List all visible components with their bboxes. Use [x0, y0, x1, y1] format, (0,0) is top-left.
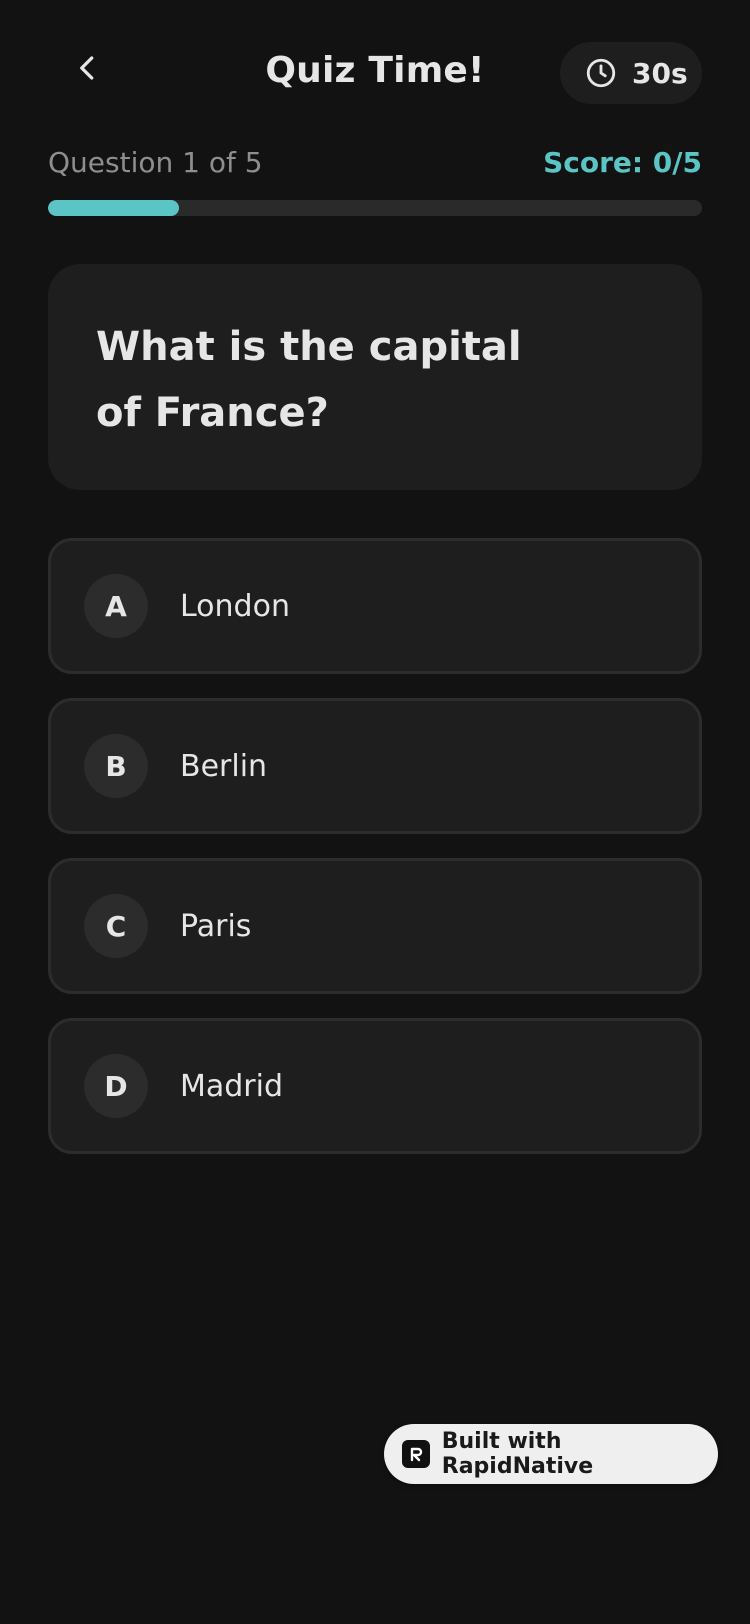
question-text: What is the capital of France? — [96, 324, 522, 436]
option-label: Berlin — [180, 748, 268, 784]
option-letter: B — [84, 734, 148, 798]
option-letter: D — [84, 1054, 148, 1118]
answer-option-c[interactable]: C Paris — [48, 858, 702, 994]
rapidnative-logo-icon — [402, 1440, 430, 1468]
question-card: What is the capital of France? — [48, 264, 702, 490]
clock-icon — [584, 56, 618, 90]
progress-bar — [48, 200, 702, 216]
timer-badge: 30s — [560, 42, 702, 104]
answer-option-a[interactable]: A London — [48, 538, 702, 674]
option-letter: A — [84, 574, 148, 638]
header: Quiz Time! 30s — [0, 0, 750, 150]
option-label: Paris — [180, 908, 252, 944]
option-letter: C — [84, 894, 148, 958]
progress-info: Question 1 of 5 Score: 0/5 — [48, 146, 702, 179]
question-counter: Question 1 of 5 — [48, 146, 263, 179]
answer-options: A London B Berlin C Paris D Madrid — [48, 538, 702, 1178]
score-label: Score: 0/5 — [543, 146, 702, 179]
built-with-label: Built with RapidNative — [441, 1429, 594, 1479]
answer-option-b[interactable]: B Berlin — [48, 698, 702, 834]
answer-option-d[interactable]: D Madrid — [48, 1018, 702, 1154]
progress-bar-fill — [48, 200, 179, 216]
option-label: London — [180, 588, 290, 624]
timer-value: 30s — [632, 56, 688, 90]
built-with-badge[interactable]: Built with RapidNative — [384, 1424, 718, 1484]
option-label: Madrid — [180, 1068, 284, 1104]
